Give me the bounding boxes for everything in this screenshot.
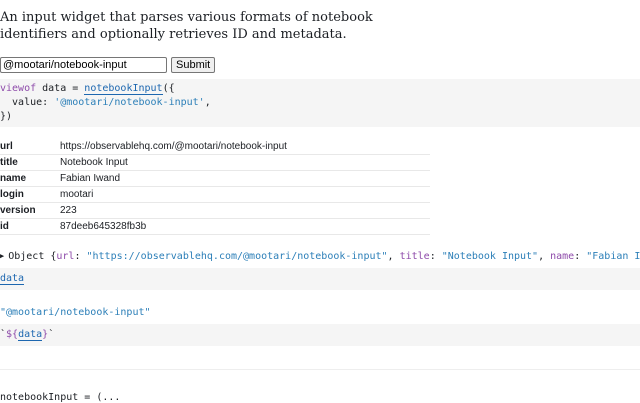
row-value: Fabian Iwand [60, 170, 430, 187]
notebook-description: An input widget that parses various form… [0, 10, 373, 42]
row-key: login [0, 186, 60, 203]
row-value: Notebook Input [60, 154, 430, 171]
code-cell-template[interactable]: `${data}` [0, 324, 640, 346]
row-key: title [0, 154, 60, 171]
table-row: name Fabian Iwand [0, 170, 430, 187]
data-reference-link[interactable]: data [0, 273, 25, 285]
close-paren: }) [0, 111, 13, 122]
notebook-input-form: Submit [0, 57, 216, 73]
row-value: 223 [60, 202, 430, 219]
section-divider [0, 369, 640, 370]
table-row: version 223 [0, 202, 430, 219]
submit-button[interactable]: Submit [171, 57, 216, 73]
table-row: title Notebook Input [0, 154, 430, 171]
inspector-key: name [550, 251, 575, 262]
open-paren: ({ [162, 83, 175, 94]
cutoff-code-line: notebookInput = (... [0, 392, 121, 403]
inspector-key: url [56, 251, 75, 262]
row-value: mootari [60, 186, 430, 203]
inspector-prefix: Object { [8, 251, 57, 262]
code-cell-viewof-data[interactable]: viewof data = notebookInput({ value: '@m… [0, 79, 640, 127]
row-key: url [0, 139, 60, 155]
inspector-value: "https://observablehq.com/@mootari/noteb… [86, 251, 388, 262]
value-key: value: [0, 97, 55, 108]
keyword-viewof: viewof [0, 83, 37, 94]
inspector-value: "Fabian Iwand" [586, 251, 640, 262]
row-value: https://observablehq.com/@mootari/notebo… [60, 139, 430, 155]
notebook-identifier-input[interactable] [0, 57, 167, 73]
expand-triangle-icon[interactable]: ▶ [0, 252, 4, 260]
template-open: ${ [6, 329, 19, 340]
variable-data: data = [36, 83, 85, 94]
backtick-close: ` [48, 329, 55, 340]
inspector-key: title [399, 251, 430, 262]
row-key: version [0, 202, 60, 219]
row-key: name [0, 170, 60, 187]
table-row: url https://observablehq.com/@mootari/not… [0, 139, 430, 155]
inspector-value: "Notebook Input" [441, 251, 539, 262]
metadata-table: url https://observablehq.com/@mootari/not… [0, 139, 430, 235]
value-string: '@mootari/notebook-input' [54, 97, 205, 108]
code-cell-data[interactable]: data [0, 268, 640, 290]
comma: , [204, 97, 211, 108]
template-data-link[interactable]: data [18, 329, 43, 341]
notebook-input-function-link[interactable]: notebookInput [84, 83, 163, 95]
row-value: 87deeb645328fb3b [60, 218, 430, 235]
object-inspector[interactable]: ▶ Object {url: "https://observablehq.com/… [0, 249, 640, 264]
row-key: id [0, 218, 60, 235]
string-output: "@mootari/notebook-input" [0, 307, 151, 318]
table-row: login mootari [0, 186, 430, 203]
table-row: id 87deeb645328fb3b [0, 218, 430, 235]
